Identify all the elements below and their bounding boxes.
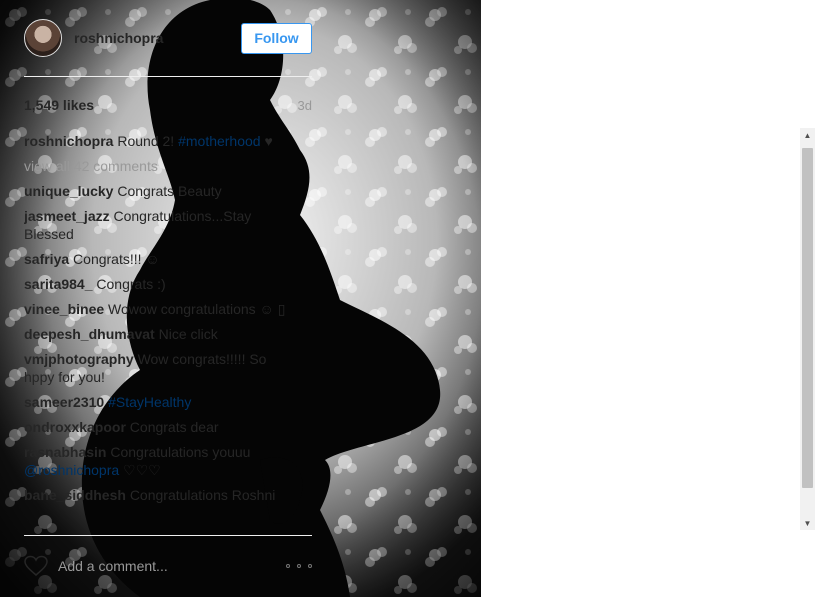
comment-username[interactable]: deepesh_dhumavat — [24, 326, 155, 342]
comment-username[interactable]: safriya — [24, 251, 69, 267]
comment-text: Congrats :) — [96, 276, 166, 292]
comment-item: jasmeet_jazz Congratulations...Stay Bles… — [24, 207, 300, 243]
view-all-comments-link[interactable]: view all 42 comments — [24, 157, 300, 175]
avatar[interactable] — [24, 19, 62, 57]
post-age[interactable]: 3d — [298, 98, 312, 113]
post-header: roshnichopra Follow — [24, 18, 312, 58]
caption-hashtag[interactable]: #motherhood — [178, 133, 261, 149]
comment-tag[interactable]: #StayHealthy — [108, 394, 191, 410]
comment-username[interactable]: jasmeet_jazz — [24, 208, 110, 224]
comment-tag[interactable]: @roshnichopra — [24, 462, 119, 478]
comment-emoji: ♡♡♡ — [123, 462, 161, 478]
caption: roshnichopra Round 2! #motherhood ♥ — [24, 132, 300, 150]
comment-text: Congrats!!! ☺ — [73, 251, 160, 267]
comment-text: Wowow congratulations ☺ ▯ — [108, 301, 286, 317]
caption-text: Round 2! — [117, 133, 175, 149]
divider — [24, 535, 312, 536]
comment-item: rasnabhasin Congratulations youuu @roshn… — [24, 443, 300, 479]
more-options-icon[interactable] — [286, 556, 312, 576]
comment-username[interactable]: ondroxxkapoor — [24, 419, 126, 435]
comment-text: Congrats dear — [129, 419, 219, 435]
comments-list[interactable]: roshnichopra Round 2! #motherhood ♥ view… — [24, 132, 300, 530]
comment-item: safriya Congrats!!! ☺ — [24, 250, 300, 268]
comment-item: bane_siddhesh Congratulations Roshni — [24, 486, 300, 504]
comment-item: sameer2310 #StayHealthy — [24, 393, 300, 411]
comment-item: vinee_binee Wowow congratulations ☺ ▯ — [24, 300, 300, 318]
likes-count[interactable]: 1,549 likes — [24, 97, 94, 113]
comment-item: unique_lucky Congrats Beauty — [24, 182, 300, 200]
comment-username[interactable]: vmjphotography — [24, 351, 134, 367]
comment-text: Congratulations Roshni — [129, 487, 276, 503]
heart-icon[interactable] — [24, 554, 48, 578]
add-comment-input[interactable] — [58, 554, 286, 578]
caption-heart-emoji: ♥ — [264, 133, 273, 149]
scrollbar-thumb[interactable] — [802, 148, 813, 488]
comment-username[interactable]: rasnabhasin — [24, 444, 106, 460]
scroll-down-arrow-icon[interactable]: ▼ — [800, 516, 815, 530]
post-details-panel — [481, 0, 816, 597]
comment-username[interactable]: sarita984_ — [24, 276, 93, 292]
comment-bar — [24, 552, 312, 580]
divider — [24, 76, 312, 77]
comment-username[interactable]: bane_siddhesh — [24, 487, 126, 503]
likes-row: 1,549 likes 3d — [24, 96, 312, 114]
comment-username[interactable]: unique_lucky — [24, 183, 113, 199]
follow-button[interactable]: Follow — [241, 22, 312, 54]
comment-text: Congratulations youuu — [110, 444, 251, 460]
caption-username[interactable]: roshnichopra — [24, 133, 113, 149]
comment-text: Nice click — [158, 326, 218, 342]
username[interactable]: roshnichopra — [74, 30, 241, 46]
comment-username[interactable]: vinee_binee — [24, 301, 104, 317]
comment-item: deepesh_dhumavat Nice click — [24, 325, 300, 343]
comment-username[interactable]: sameer2310 — [24, 394, 104, 410]
comment-text: Congrats Beauty — [117, 183, 222, 199]
comment-item: ondroxxkapoor Congrats dear — [24, 418, 300, 436]
scroll-up-arrow-icon[interactable]: ▲ — [800, 128, 815, 142]
comment-item: vmjphotography Wow congrats!!!!! So hppy… — [24, 350, 300, 386]
comment-item: sarita984_ Congrats :) — [24, 275, 300, 293]
scrollbar[interactable]: ▲ ▼ — [800, 128, 815, 530]
